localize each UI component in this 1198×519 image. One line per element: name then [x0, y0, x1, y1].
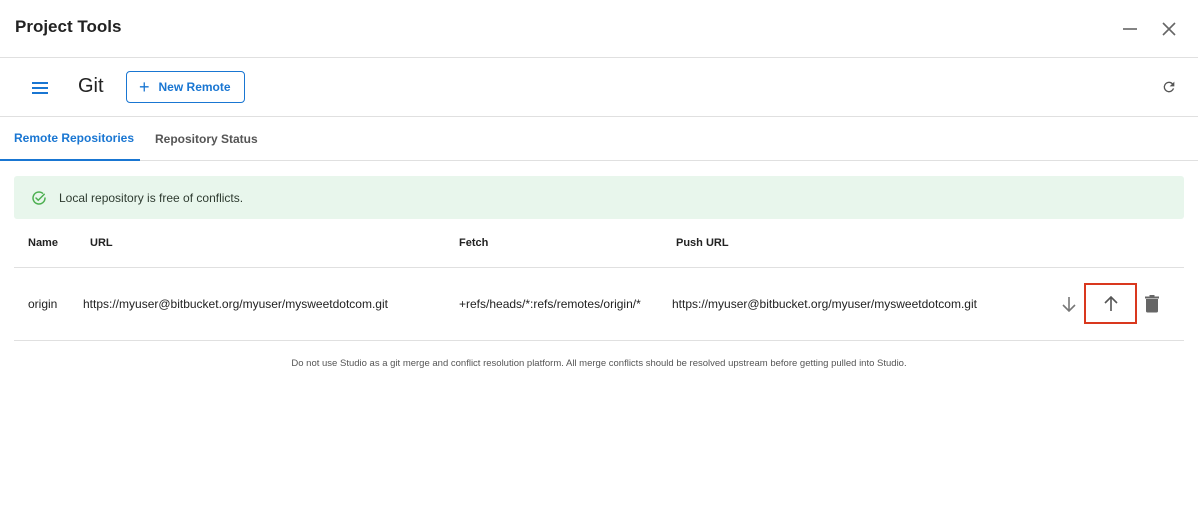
remote-push-url: https://myuser@bitbucket.org/myuser/mysw… [672, 297, 977, 311]
status-alert: Local repository is free of conflicts. [14, 176, 1184, 219]
remotes-table: Name URL Fetch Push URL origin https://m… [14, 219, 1184, 341]
column-header-push-url: Push URL [676, 237, 729, 249]
plus-icon: + [139, 77, 150, 97]
new-remote-button[interactable]: + New Remote [126, 71, 245, 103]
push-button[interactable] [1084, 283, 1137, 324]
table-header: Name URL Fetch Push URL [14, 219, 1184, 268]
arrow-down-icon [1062, 297, 1076, 312]
close-icon [1162, 22, 1176, 36]
column-header-url: URL [90, 237, 113, 249]
toolbar: Git + New Remote [0, 58, 1198, 117]
tab-bar: Remote Repositories Repository Status [0, 117, 1198, 161]
refresh-icon [1163, 81, 1175, 93]
title-bar: Project Tools [0, 0, 1198, 58]
trash-icon [1145, 295, 1159, 313]
new-remote-label: New Remote [158, 80, 231, 94]
minimize-icon [1123, 28, 1137, 30]
column-header-fetch: Fetch [459, 237, 489, 249]
column-header-name: Name [28, 237, 58, 249]
pull-button[interactable] [1055, 290, 1083, 318]
check-circle-icon [30, 189, 48, 207]
remote-url: https://myuser@bitbucket.org/myuser/mysw… [83, 297, 388, 311]
tab-remote-repositories[interactable]: Remote Repositories [0, 117, 140, 161]
tab-repository-status[interactable]: Repository Status [155, 117, 258, 161]
delete-button[interactable] [1138, 290, 1166, 318]
refresh-button[interactable] [1158, 76, 1180, 98]
menu-button[interactable] [28, 76, 52, 100]
table-row: origin https://myuser@bitbucket.org/myus… [14, 268, 1184, 341]
remote-name: origin [28, 297, 58, 311]
footer-note: Do not use Studio as a git merge and con… [291, 358, 907, 369]
alert-text: Local repository is free of conflicts. [59, 190, 244, 205]
arrow-up-icon [1103, 295, 1118, 311]
remote-fetch: +refs/heads/*:refs/remotes/origin/* [459, 297, 641, 311]
window-title: Project Tools [15, 17, 122, 36]
minimize-button[interactable] [1118, 17, 1142, 41]
close-button[interactable] [1157, 17, 1181, 41]
hamburger-menu-icon [32, 82, 48, 94]
section-title: Git [78, 75, 104, 97]
